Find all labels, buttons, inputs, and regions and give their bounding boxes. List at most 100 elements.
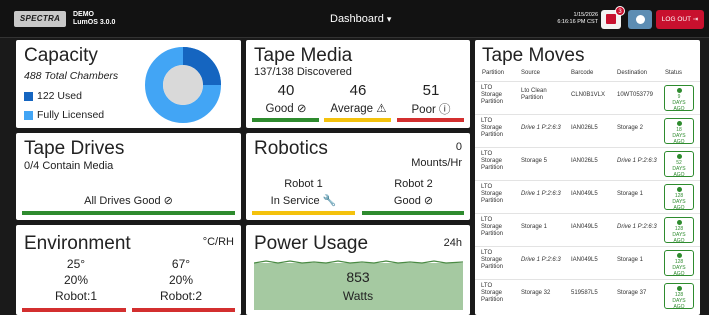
tape-drives-contain-media: 0/4 Contain Media [24, 160, 114, 172]
robot2-status: Good ⊘ [393, 195, 434, 207]
licensed-legend-swatch [24, 111, 33, 120]
status-badge: 128 DAYS AGO [664, 250, 694, 277]
destination-cell: Storage 1 [617, 257, 644, 263]
tape-media-title: Tape Media [254, 45, 353, 66]
average-status-bar [324, 118, 391, 122]
status-text: 128 DAYS AGO [672, 292, 686, 310]
used-label: 122 Used [37, 90, 82, 102]
dashboard-dropdown[interactable]: Dashboard ▾ [330, 13, 391, 25]
source-cell: Storage 1 [521, 224, 548, 230]
column-header-status[interactable]: Status [665, 70, 682, 76]
partition-cell: LTO Storage Partition [481, 85, 504, 105]
destination-cell: Storage 2 [617, 125, 644, 131]
environment-card[interactable]: Environment °C/RH 25° 20% Robot:1 67° 20… [16, 225, 241, 315]
check-circle-icon [676, 88, 682, 94]
table-row[interactable]: LTO Storage Partition Storage 1 IAN049L5 Dr… [475, 213, 700, 245]
tape-media-discovered: 137/138 Discovered [254, 66, 352, 78]
check-circle-icon [676, 220, 682, 226]
table-row[interactable]: LTO Storage Partition Drive 1 P:2:6:3 IAN0… [475, 180, 700, 212]
status-badge: 52 DAYS AGO [664, 151, 694, 178]
user-button[interactable] [628, 10, 652, 29]
table-row[interactable]: LTO Storage Partition Storage 5 IAN026L5 Dr… [475, 147, 700, 179]
status-text: 128 DAYS AGO [672, 193, 686, 211]
destination-cell: Drive 1 P:2:6:3 [617, 158, 657, 164]
user-icon [636, 15, 645, 24]
barcode-cell: IAN026L5 [571, 158, 598, 164]
clock-time: 6:16:16 PM CST [557, 19, 598, 25]
status-badge: 128 DAYS AGO [664, 283, 694, 310]
logout-button[interactable]: LOG OUT ⇥ [656, 10, 704, 29]
barcode-cell: IAN026L5 [571, 125, 598, 131]
source-cell: Drive 1 P:2:6:3 [521, 191, 561, 197]
top-bar: SPECTRA DEMO LumOS 3.0.0 Dashboard ▾ 1/15… [0, 0, 709, 38]
robot2-name: Robot 2 [394, 178, 433, 190]
column-header-destination[interactable]: Destination [617, 70, 647, 76]
table-row[interactable]: LTO Storage Partition Drive 1 P:2:6:3 IAN0… [475, 114, 700, 146]
tape-moves-card[interactable]: Tape Moves Partition Source Barcode Dest… [475, 40, 700, 315]
barcode-cell: 519587L5 [571, 290, 598, 296]
logout-icon: ⇥ [692, 16, 699, 23]
capacity-donut-chart [145, 47, 221, 123]
capacity-card[interactable]: Capacity 488 Total Chambers 122 Used Ful… [16, 40, 241, 128]
poor-label: Poor ⓘ [411, 104, 451, 116]
flag-icon [606, 14, 616, 24]
source-cell: Drive 1 P:2:6:3 [521, 257, 561, 263]
status-badge: 128 DAYS AGO [664, 217, 694, 244]
tape-media-card[interactable]: Tape Media 137/138 Discovered 40 46 51 G… [246, 40, 470, 128]
tape-drives-card[interactable]: Tape Drives 0/4 Contain Media All Drives… [16, 133, 241, 220]
barcode-cell: IAN049L5 [571, 191, 598, 197]
tape-drives-title: Tape Drives [24, 138, 125, 159]
spectra-logo: SPECTRA [14, 11, 66, 27]
partition-cell: LTO Storage Partition [481, 217, 504, 237]
robot2-label: Robot:2 [159, 289, 203, 303]
tape-drives-status-bar [22, 211, 235, 215]
system-name: DEMO LumOS 3.0.0 [73, 11, 115, 27]
robot1-status: In Service 🔧 [270, 195, 337, 207]
good-count: 40 [277, 82, 295, 99]
partition-cell: LTO Storage Partition [481, 151, 504, 171]
robot1-status-bar [252, 211, 355, 215]
tape-drives-status: All Drives Good ⊘ [84, 195, 173, 207]
partition-cell: LTO Storage Partition [481, 118, 504, 138]
power-usage-title: Power Usage [254, 233, 369, 254]
robotics-card[interactable]: Robotics 0 Mounts/Hr Robot 1 In Service … [246, 133, 470, 220]
partition-cell: LTO Storage Partition [481, 184, 504, 204]
partition-cell: LTO Storage Partition [481, 283, 504, 303]
status-text: 128 DAYS AGO [672, 226, 686, 244]
power-usage-card[interactable]: Power Usage 24h 853 Watts [246, 225, 470, 315]
table-row[interactable]: LTO Storage Partition Drive 1 P:2:6:3 IAN0… [475, 246, 700, 278]
environment-title: Environment [24, 233, 131, 254]
robotics-title: Robotics [254, 138, 328, 159]
power-value: 853 [346, 269, 370, 285]
robot2-environment-bar [132, 308, 235, 312]
environment-unit: °C/RH [202, 236, 234, 248]
good-label: Good ⊘ [265, 103, 307, 115]
tape-moves-title: Tape Moves [482, 45, 585, 66]
table-row[interactable]: LTO Storage Partition Lto Clean Partition… [475, 81, 700, 113]
power-unit: Watts [342, 289, 374, 303]
check-circle-icon [676, 121, 682, 127]
status-badge: 128 DAYS AGO [664, 184, 694, 211]
source-cell: Storage 5 [521, 158, 548, 164]
status-badge: 9 DAYS AGO [664, 85, 694, 112]
robot1-environment-bar [22, 308, 126, 312]
chevron-down-icon: ▾ [386, 14, 392, 24]
barcode-cell: IAN049L5 [571, 257, 598, 263]
table-row[interactable]: LTO Storage Partition Storage 32 519587L5 S… [475, 279, 700, 311]
capacity-title: Capacity [24, 45, 98, 66]
robot2-status-bar [362, 211, 464, 215]
source-cell: Drive 1 P:2:6:3 [521, 125, 561, 131]
status-badge: 18 DAYS AGO [664, 118, 694, 145]
notifications-button[interactable]: 3 [601, 6, 625, 29]
column-header-partition[interactable]: Partition [482, 70, 504, 76]
robot1-temperature: 25° [66, 257, 86, 271]
column-header-source[interactable]: Source [521, 70, 540, 76]
destination-cell: Drive 1 P:2:6:3 [617, 224, 657, 230]
barcode-cell: CLN0B1VLX [571, 92, 606, 98]
capacity-donut-hole [163, 65, 203, 105]
column-header-barcode[interactable]: Barcode [571, 70, 593, 76]
robot1-label: Robot:1 [54, 289, 98, 303]
robot2-temperature: 67° [171, 257, 191, 271]
dashboard-title: Dashboard [330, 13, 384, 25]
average-label: Average ⚠ [330, 103, 387, 115]
